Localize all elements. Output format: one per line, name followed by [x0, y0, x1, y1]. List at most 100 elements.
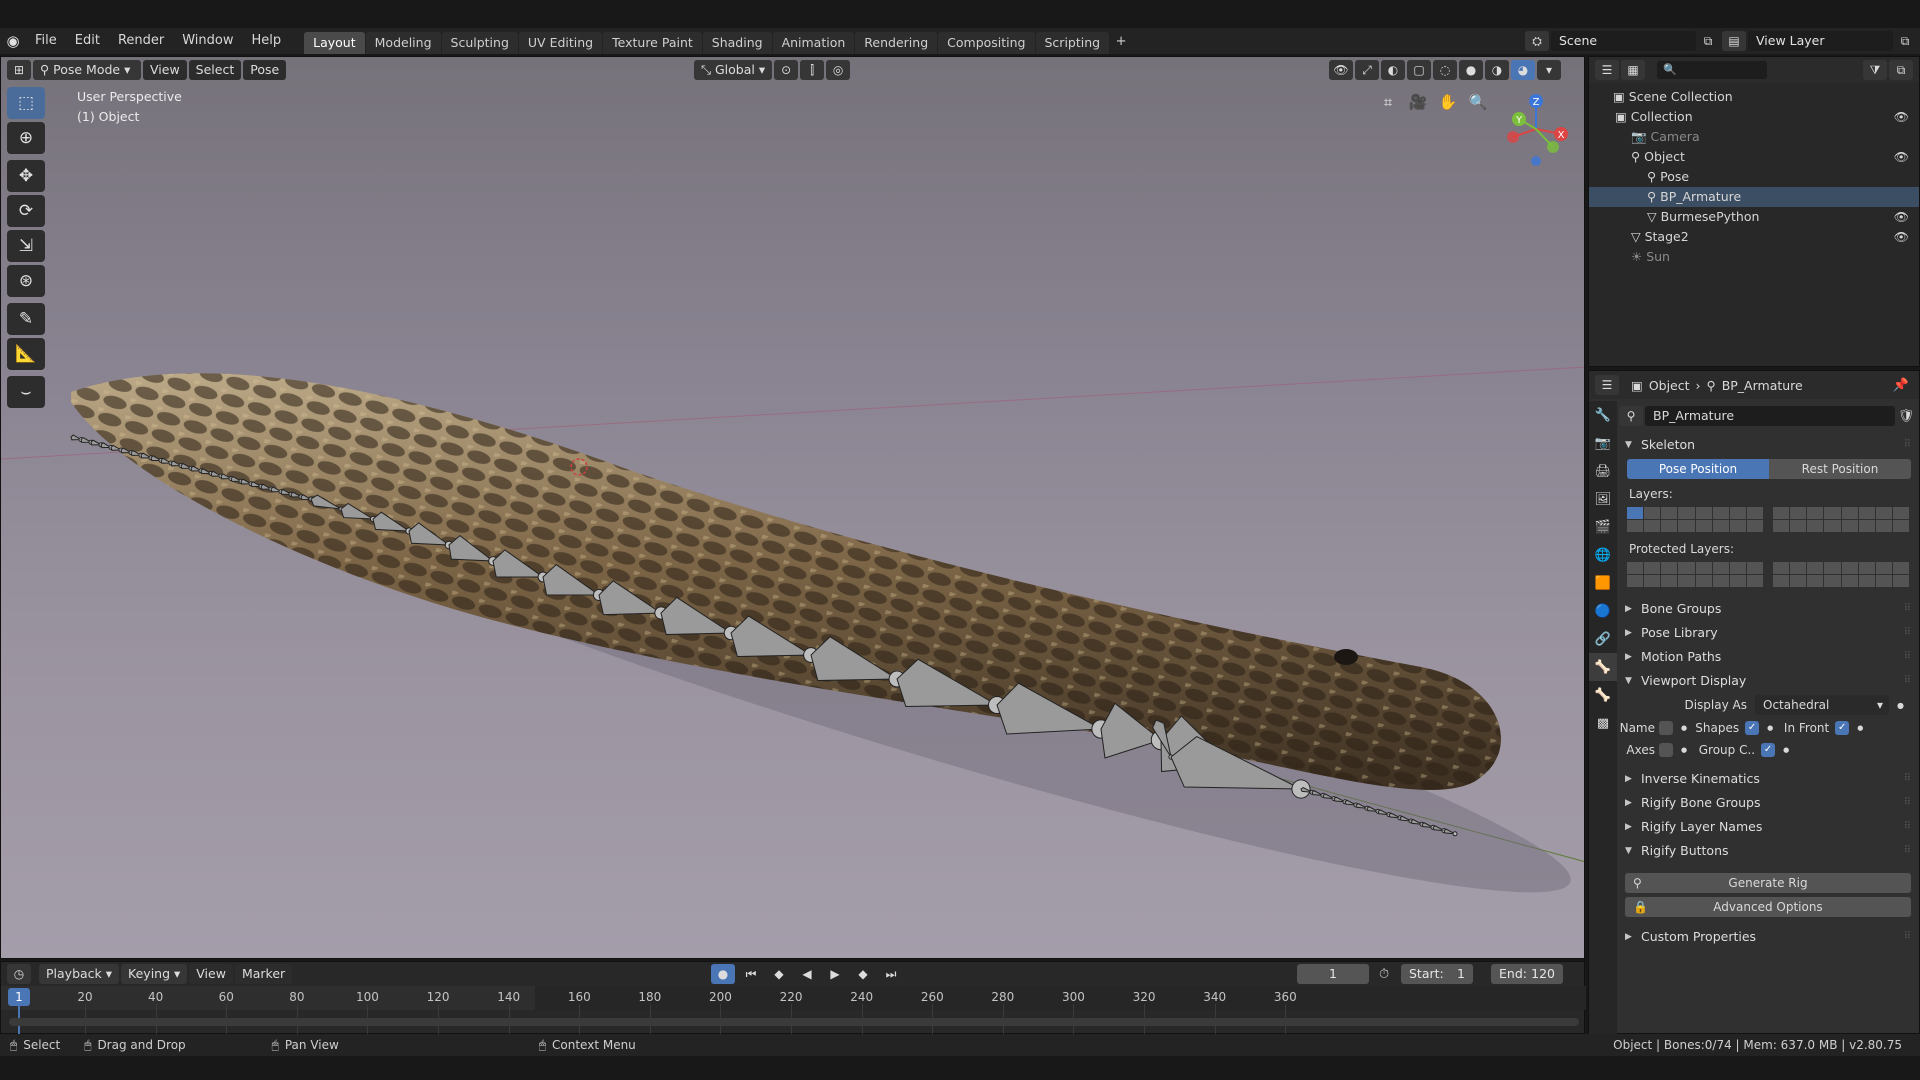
jump-start-icon[interactable]: ⏮	[739, 964, 763, 984]
render-tab-icon[interactable]: 📷	[1589, 429, 1617, 457]
bone-tab-icon[interactable]: 🦴	[1589, 681, 1617, 709]
relax-pose-icon[interactable]: ⌣	[7, 376, 45, 408]
eye-icon[interactable]: 👁	[1894, 147, 1909, 167]
timeline-editor-type-icon[interactable]: ◷	[7, 964, 31, 984]
panel-custom-properties[interactable]: ▶ Custom Properties ⠿	[1619, 925, 1917, 949]
outliner-row[interactable]: ▽ BurmesePython 👁	[1589, 207, 1919, 227]
world-tab-icon[interactable]: 🌐	[1589, 541, 1617, 569]
current-frame-field[interactable]: 1	[1297, 964, 1369, 984]
tab-animation[interactable]: Animation	[772, 32, 855, 54]
outliner-search-input[interactable]: 🔍	[1657, 61, 1767, 79]
overlays-icon[interactable]: ◐	[1381, 60, 1405, 80]
tab-rendering[interactable]: Rendering	[855, 32, 938, 54]
panel-skeleton[interactable]: ▼ Skeleton ⠿	[1619, 433, 1917, 457]
rendered-shading-icon[interactable]: ◕	[1511, 60, 1535, 80]
gizmo-icon[interactable]: ⤢	[1355, 60, 1379, 80]
modifier-tab-icon[interactable]: 🔵	[1589, 597, 1617, 625]
zoom-icon[interactable]: 🔍	[1465, 89, 1491, 115]
wireframe-shading-icon[interactable]: ◌	[1433, 60, 1457, 80]
output-tab-icon[interactable]: 🖨	[1589, 457, 1617, 485]
3d-viewport[interactable]: ⊞ ⚲ Pose Mode ▾ View Select Pose ⤡ Global …	[0, 56, 1585, 959]
armature-data-tab-icon[interactable]: 🦴	[1589, 653, 1617, 681]
rotate-icon[interactable]: ⟳	[7, 195, 45, 227]
scene-tab-icon[interactable]: 🎬	[1589, 513, 1617, 541]
editor-type-icon[interactable]: ⊞	[7, 60, 31, 80]
blender-logo-icon[interactable]: ◉	[0, 28, 26, 54]
tool-tab-icon[interactable]: 🔧	[1589, 401, 1617, 429]
camera-view-icon[interactable]: 🎥	[1405, 89, 1431, 115]
scene-browse-icon[interactable]: ⛭	[1525, 31, 1549, 51]
panel-rigify-buttons[interactable]: ▼ Rigify Buttons ⠿	[1619, 839, 1917, 863]
scale-icon[interactable]: ⇲	[7, 230, 45, 262]
name-checkbox[interactable]	[1659, 721, 1673, 735]
panel-bone-groups[interactable]: ▶ Bone Groups ⠿	[1619, 597, 1917, 621]
outliner-row[interactable]: ▣ Collection 👁	[1589, 107, 1919, 127]
proportional-edit-icon[interactable]: ◎	[826, 60, 851, 80]
timeline-menu-keying[interactable]: Keying ▾	[121, 964, 188, 984]
pin-icon[interactable]: 📌	[1893, 378, 1909, 393]
view-layer-tab-icon[interactable]: 🖼	[1589, 485, 1617, 513]
filter-icon[interactable]: ⧩	[1863, 60, 1887, 80]
object-tab-icon[interactable]: 🟧	[1589, 569, 1617, 597]
panel-rigify-bone-groups[interactable]: ▶ Rigify Bone Groups ⠿	[1619, 791, 1917, 815]
axes-checkbox[interactable]	[1659, 743, 1673, 757]
display-mode-icon[interactable]: ▦	[1621, 60, 1645, 80]
view-layer-field[interactable]: View Layer	[1748, 31, 1893, 51]
outliner-row[interactable]: 📷 Camera	[1589, 127, 1919, 147]
start-frame-field[interactable]: Start: 1	[1401, 964, 1473, 984]
tab-texture-paint[interactable]: Texture Paint	[603, 32, 702, 54]
properties-editor-type-icon[interactable]: ☰	[1595, 375, 1619, 395]
generate-rig-button[interactable]: ⚲ Generate Rig	[1625, 873, 1911, 893]
bone-joint[interactable]	[1452, 831, 1458, 837]
eye-icon[interactable]: 👁	[1894, 207, 1909, 227]
pan-hand-icon[interactable]: ✋	[1435, 89, 1461, 115]
layer-grid-right[interactable]	[1773, 507, 1909, 532]
viewport-menu-select[interactable]: Select	[188, 60, 242, 80]
in-front-checkbox[interactable]: ✓	[1835, 721, 1850, 735]
gizmo-negx-handle[interactable]	[1507, 131, 1519, 143]
tab-uv-editing[interactable]: UV Editing	[518, 32, 603, 54]
view-layer-browse-icon[interactable]: ▤	[1722, 31, 1746, 51]
visibility-icon[interactable]: 👁	[1329, 60, 1353, 80]
tab-sculpting[interactable]: Sculpting	[441, 32, 518, 54]
tab-scripting[interactable]: Scripting	[1035, 32, 1110, 54]
timeline-menu-view[interactable]: View	[189, 964, 233, 984]
tab-compositing[interactable]: Compositing	[938, 32, 1035, 54]
constraints-tab-icon[interactable]: 🔗	[1589, 625, 1617, 653]
play-reverse-icon[interactable]: ◀	[795, 964, 819, 984]
record-icon[interactable]: ●	[711, 964, 735, 984]
texture-tab-icon[interactable]: ▩	[1589, 709, 1617, 737]
datablock-name-field[interactable]: BP_Armature	[1645, 406, 1895, 426]
timeline-menu-marker[interactable]: Marker	[234, 964, 293, 984]
panel-inverse-kinematics[interactable]: ▶ Inverse Kinematics ⠿	[1619, 767, 1917, 791]
transform-icon[interactable]: ⊛	[7, 265, 45, 297]
viewport-scene[interactable]	[1, 57, 1585, 959]
panel-viewport-display[interactable]: ▼ Viewport Display ⠿	[1619, 669, 1917, 693]
shapes-checkbox[interactable]: ✓	[1745, 721, 1760, 735]
xray-icon[interactable]: ▢	[1407, 60, 1431, 80]
shading-options-icon[interactable]: ▾	[1537, 60, 1561, 80]
end-frame-field[interactable]: End: 120	[1491, 964, 1563, 984]
timeline-scrollbar[interactable]	[9, 1018, 1579, 1026]
toggle-camera-icon[interactable]: ⌗	[1375, 89, 1401, 115]
new-view-layer-icon[interactable]: ⧉	[1893, 31, 1917, 51]
tab-shading[interactable]: Shading	[702, 32, 772, 54]
rest-position-button[interactable]: Rest Position	[1769, 459, 1911, 479]
pivot-point-icon[interactable]: ⊙	[774, 60, 799, 80]
outliner-row[interactable]: ⚲ Pose	[1589, 167, 1919, 187]
pose-position-button[interactable]: Pose Position	[1627, 459, 1769, 479]
orientation-dropdown[interactable]: ⤡ Global ▾	[694, 60, 773, 80]
material-shading-icon[interactable]: ◑	[1485, 60, 1509, 80]
keyframe-dot-icon[interactable]: ●	[1897, 701, 1904, 710]
play-icon[interactable]: ▶	[823, 964, 847, 984]
gizmo-negz-handle[interactable]	[1531, 156, 1541, 166]
panel-motion-paths[interactable]: ▶ Motion Paths ⠿	[1619, 645, 1917, 669]
outliner-scene-collection[interactable]: ▣ Scene Collection	[1589, 87, 1919, 107]
group-colors-checkbox[interactable]: ✓	[1761, 743, 1776, 757]
outliner-editor-type-icon[interactable]: ☰	[1595, 60, 1619, 80]
layer-grid-left[interactable]	[1627, 507, 1763, 532]
next-keyframe-icon[interactable]: ◆	[851, 964, 875, 984]
menu-file[interactable]: File	[26, 28, 66, 54]
keyframe-dot-icon[interactable]: ●	[1783, 746, 1789, 754]
outliner-row[interactable]: ☀ Sun	[1589, 247, 1919, 267]
